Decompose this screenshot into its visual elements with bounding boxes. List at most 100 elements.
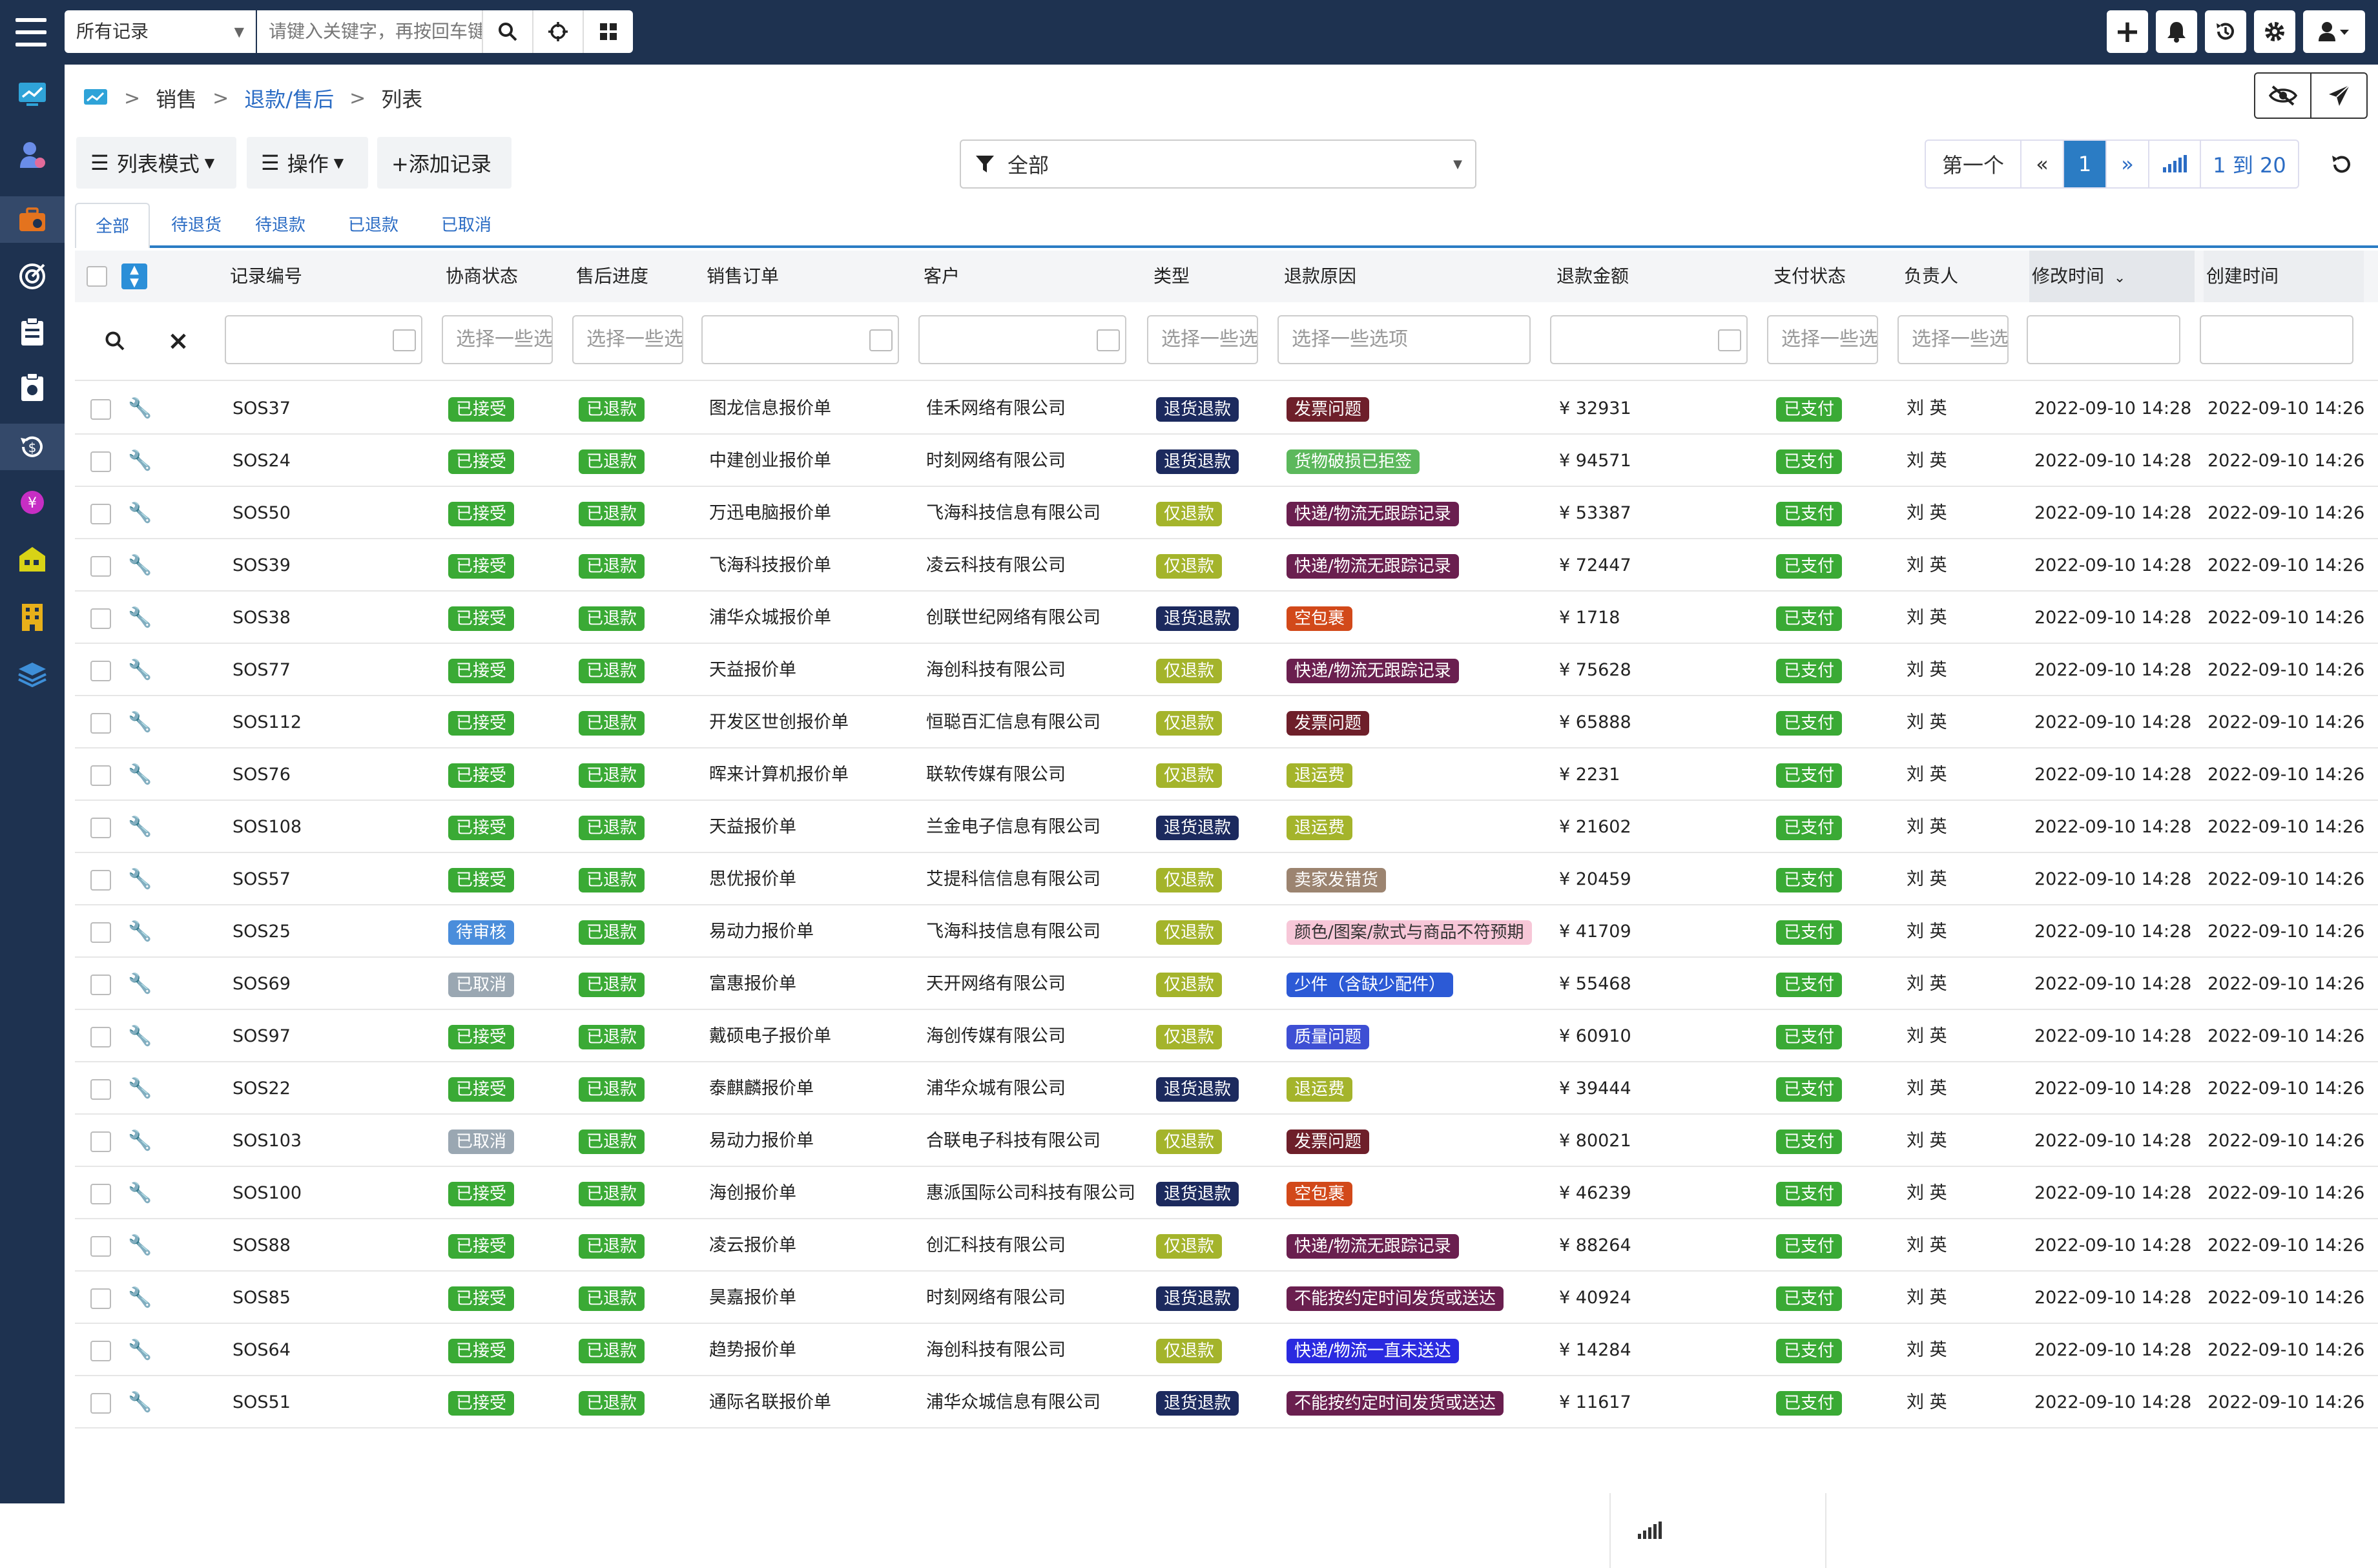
row-edit-button[interactable]: 🔧 bbox=[128, 644, 152, 696]
cell-customer[interactable]: 兰金电子信息有限公司 bbox=[926, 801, 1101, 853]
table-row[interactable]: 🔧 SOS108 已接受 已退款 天益报价单 兰金电子信息有限公司 退货退款 退运费 ¥ 216… bbox=[75, 801, 2378, 853]
col-reason[interactable]: 退款原因 bbox=[1281, 251, 1356, 302]
locate-button[interactable] bbox=[532, 10, 583, 53]
row-edit-button[interactable]: 🔧 bbox=[128, 1167, 152, 1219]
table-row[interactable]: 🔧 SOS100 已接受 已退款 海创报价单 惠派国际公司科技有限公司 退货退款 空包裹 ¥ 4… bbox=[75, 1167, 2378, 1219]
cell-record-no[interactable]: SOS108 bbox=[233, 801, 302, 853]
sidebar-item-sales[interactable] bbox=[0, 196, 65, 243]
cell-sales-order[interactable]: 通际名联报价单 bbox=[709, 1376, 831, 1429]
row-checkbox[interactable] bbox=[90, 399, 111, 420]
col-amount[interactable]: 退款金额 bbox=[1554, 251, 1629, 302]
grid-button[interactable] bbox=[583, 10, 633, 53]
col-negotiation[interactable]: 协商状态 bbox=[443, 251, 518, 302]
table-row[interactable]: 🔧 SOS24 已接受 已退款 中建创业报价单 时刻网络有限公司 退货退款 货物破损已拒签 ¥ … bbox=[75, 435, 2378, 487]
cell-sales-order[interactable]: 凌云报价单 bbox=[709, 1219, 796, 1272]
cell-sales-order[interactable]: 昊嘉报价单 bbox=[709, 1272, 796, 1324]
filter-checkbox[interactable] bbox=[1718, 329, 1741, 351]
cell-sales-order[interactable]: 开发区世创报价单 bbox=[709, 696, 849, 748]
notifications-button[interactable] bbox=[2156, 10, 2197, 53]
table-row[interactable]: 🔧 SOS88 已接受 已退款 凌云报价单 创汇科技有限公司 仅退款 快递/物流无跟踪记录 ¥ … bbox=[75, 1219, 2378, 1272]
filter-reason[interactable]: 选择一些选项 bbox=[1277, 315, 1531, 364]
cell-customer[interactable]: 艾提科信信息有限公司 bbox=[926, 853, 1101, 905]
filter-checkbox[interactable] bbox=[869, 329, 893, 351]
filter-select[interactable]: 全部 ▼ bbox=[960, 139, 1476, 189]
cell-record-no[interactable]: SOS25 bbox=[233, 905, 291, 958]
tab-all[interactable]: 全部 bbox=[75, 203, 150, 248]
row-edit-button[interactable]: 🔧 bbox=[128, 487, 152, 539]
cell-sales-order[interactable]: 易动力报价单 bbox=[709, 905, 814, 958]
cell-record-no[interactable]: SOS88 bbox=[233, 1219, 291, 1272]
row-edit-button[interactable]: 🔧 bbox=[128, 1010, 152, 1062]
row-checkbox[interactable] bbox=[90, 504, 111, 524]
filter-search-button[interactable] bbox=[92, 318, 138, 364]
signal-bars-icon[interactable] bbox=[1637, 1521, 1662, 1540]
cell-sales-order[interactable]: 泰麒麟报价单 bbox=[709, 1062, 814, 1115]
cell-record-no[interactable]: SOS100 bbox=[233, 1167, 302, 1219]
col-owner[interactable]: 负责人 bbox=[1901, 251, 1958, 302]
row-edit-button[interactable]: 🔧 bbox=[128, 1272, 152, 1324]
filter-sales-order[interactable] bbox=[701, 315, 899, 364]
table-row[interactable]: 🔧 SOS85 已接受 已退款 昊嘉报价单 时刻网络有限公司 退货退款 不能按约定时间发货或送… bbox=[75, 1272, 2378, 1324]
page-size-button[interactable] bbox=[2149, 141, 2201, 187]
search-input[interactable]: 请键入关键字，再按回车键 bbox=[257, 10, 482, 53]
row-checkbox[interactable] bbox=[90, 870, 111, 891]
cell-record-no[interactable]: SOS24 bbox=[233, 435, 291, 487]
cell-customer[interactable]: 恒聪百汇信息有限公司 bbox=[926, 696, 1101, 748]
prev-page-button[interactable]: « bbox=[2021, 141, 2064, 187]
row-checkbox[interactable] bbox=[90, 1288, 111, 1309]
cell-sales-order[interactable]: 富惠报价单 bbox=[709, 958, 796, 1010]
row-checkbox[interactable] bbox=[90, 765, 111, 786]
row-checkbox[interactable] bbox=[90, 556, 111, 577]
cell-record-no[interactable]: SOS77 bbox=[233, 644, 291, 696]
cell-sales-order[interactable]: 万迅电脑报价单 bbox=[709, 487, 831, 539]
cell-customer[interactable]: 时刻网络有限公司 bbox=[926, 435, 1066, 487]
filter-created[interactable] bbox=[2200, 315, 2353, 364]
select-all-checkbox[interactable] bbox=[87, 266, 107, 287]
dashboard-icon[interactable] bbox=[83, 88, 109, 108]
sidebar-item-contacts[interactable] bbox=[13, 136, 52, 174]
cell-sales-order[interactable]: 天益报价单 bbox=[709, 644, 796, 696]
add-button[interactable]: + bbox=[2107, 10, 2148, 53]
row-checkbox[interactable] bbox=[90, 922, 111, 943]
row-checkbox[interactable] bbox=[90, 975, 111, 995]
row-checkbox[interactable] bbox=[90, 608, 111, 629]
filter-customer[interactable] bbox=[918, 315, 1126, 364]
cell-sales-order[interactable]: 浦华众城报价单 bbox=[709, 592, 831, 644]
cell-sales-order[interactable]: 戴硕电子报价单 bbox=[709, 1010, 831, 1062]
cell-customer[interactable]: 天开网络有限公司 bbox=[926, 958, 1066, 1010]
table-row[interactable]: 🔧 SOS57 已接受 已退款 思优报价单 艾提科信信息有限公司 仅退款 卖家发错货 ¥ 204… bbox=[75, 853, 2378, 905]
filter-modified[interactable] bbox=[2027, 315, 2180, 364]
cell-sales-order[interactable]: 海创报价单 bbox=[709, 1167, 796, 1219]
row-checkbox[interactable] bbox=[90, 661, 111, 681]
sidebar-item-warehouse[interactable] bbox=[13, 540, 52, 579]
row-edit-button[interactable]: 🔧 bbox=[128, 435, 152, 487]
sidebar-item-company[interactable] bbox=[13, 598, 52, 637]
row-edit-button[interactable]: 🔧 bbox=[128, 905, 152, 958]
filter-clear-button[interactable]: × bbox=[155, 318, 202, 364]
filter-checkbox[interactable] bbox=[393, 329, 416, 351]
col-created[interactable]: 创建时间 bbox=[2204, 251, 2364, 302]
cell-record-no[interactable]: SOS97 bbox=[233, 1010, 291, 1062]
cell-sales-order[interactable]: 图龙信息报价单 bbox=[709, 382, 831, 435]
row-edit-button[interactable]: 🔧 bbox=[128, 696, 152, 748]
settings-button[interactable] bbox=[2254, 10, 2295, 53]
cell-record-no[interactable]: SOS103 bbox=[233, 1115, 302, 1167]
search-button[interactable] bbox=[482, 10, 532, 53]
row-edit-button[interactable]: 🔧 bbox=[128, 1062, 152, 1115]
col-pay-status[interactable]: 支付状态 bbox=[1771, 251, 1846, 302]
sidebar-item-quotes[interactable] bbox=[13, 368, 52, 407]
row-checkbox[interactable] bbox=[90, 1184, 111, 1204]
table-row[interactable]: 🔧 SOS39 已接受 已退款 飞海科技报价单 凌云科技有限公司 仅退款 快递/物流无跟踪记录… bbox=[75, 539, 2378, 592]
col-type[interactable]: 类型 bbox=[1151, 251, 1190, 302]
cell-record-no[interactable]: SOS22 bbox=[233, 1062, 291, 1115]
cell-record-no[interactable]: SOS69 bbox=[233, 958, 291, 1010]
row-edit-button[interactable]: 🔧 bbox=[128, 853, 152, 905]
current-page[interactable]: 1 bbox=[2064, 141, 2107, 187]
tab-refunded[interactable]: 已退款 bbox=[336, 203, 411, 248]
filter-owner[interactable]: 选择一些选项 bbox=[1897, 315, 2009, 364]
cell-customer[interactable]: 海创科技有限公司 bbox=[926, 1324, 1066, 1376]
tab-pending-refund[interactable]: 待退款 bbox=[243, 203, 318, 248]
row-edit-button[interactable]: 🔧 bbox=[128, 748, 152, 801]
cell-record-no[interactable]: SOS50 bbox=[233, 487, 291, 539]
hide-button[interactable] bbox=[2255, 74, 2311, 118]
